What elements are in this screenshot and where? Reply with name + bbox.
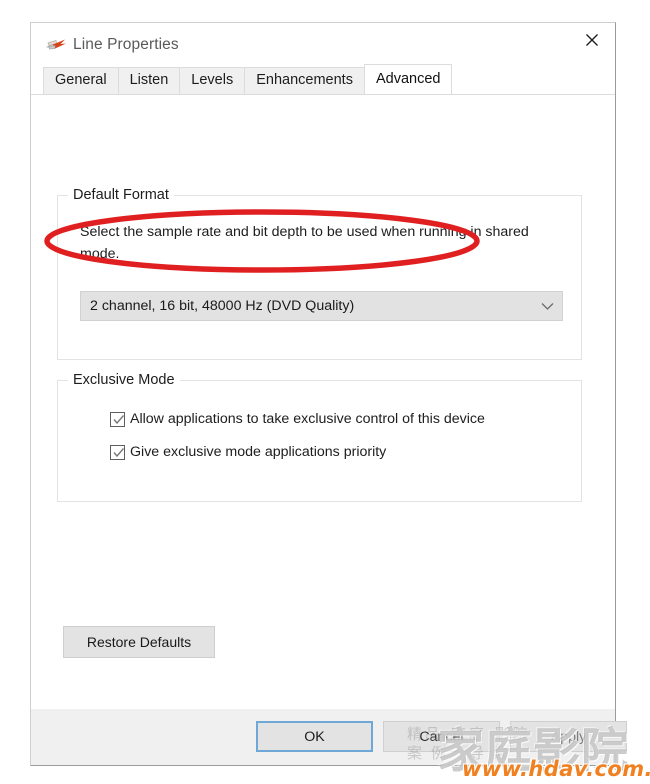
tab-levels[interactable]: Levels — [179, 67, 246, 94]
tab-listen[interactable]: Listen — [117, 67, 181, 94]
ok-button[interactable]: OK — [256, 721, 373, 752]
apply-button[interactable]: Apply — [510, 721, 627, 752]
default-format-group: Default Format Select the sample rate an… — [57, 187, 582, 360]
window-title: Line Properties — [73, 36, 179, 53]
checkbox-checked-icon — [110, 444, 125, 460]
restore-defaults-button[interactable]: Restore Defaults — [63, 626, 215, 658]
tab-strip: General Listen Levels Enhancements Advan… — [31, 64, 615, 94]
checkbox-exclusive-priority[interactable]: Give exclusive mode applications priorit… — [110, 444, 386, 460]
title-bar: Line Properties — [31, 23, 615, 67]
cancel-button[interactable]: Cancel — [383, 721, 500, 752]
default-format-legend: Default Format — [68, 187, 174, 203]
dialog-footer: OK Cancel Apply — [31, 708, 627, 765]
line-properties-dialog: Line Properties General Listen Levels En… — [30, 22, 627, 766]
chevron-down-icon — [532, 302, 562, 311]
default-format-selected-value: 2 channel, 16 bit, 48000 Hz (DVD Quality… — [90, 298, 355, 314]
line-in-audio-jack-icon — [45, 35, 69, 55]
exclusive-mode-group: Exclusive Mode Allow applications to tak… — [57, 372, 582, 502]
tab-general[interactable]: General — [43, 67, 119, 94]
tab-enhancements[interactable]: Enhancements — [244, 67, 365, 94]
default-format-dropdown[interactable]: 2 channel, 16 bit, 48000 Hz (DVD Quality… — [80, 291, 563, 321]
checkbox-label-exclusive-priority: Give exclusive mode applications priorit… — [130, 444, 387, 460]
close-icon[interactable] — [569, 23, 615, 57]
tab-advanced[interactable]: Advanced — [363, 64, 453, 94]
advanced-tab-panel: Default Format Select the sample rate an… — [31, 94, 615, 708]
exclusive-mode-legend: Exclusive Mode — [68, 372, 180, 388]
default-format-description: Select the sample rate and bit depth to … — [80, 224, 529, 262]
checkbox-checked-icon — [110, 411, 125, 427]
checkbox-label-allow-exclusive-control: Allow applications to take exclusive con… — [130, 411, 485, 427]
checkbox-allow-exclusive-control[interactable]: Allow applications to take exclusive con… — [110, 411, 485, 427]
